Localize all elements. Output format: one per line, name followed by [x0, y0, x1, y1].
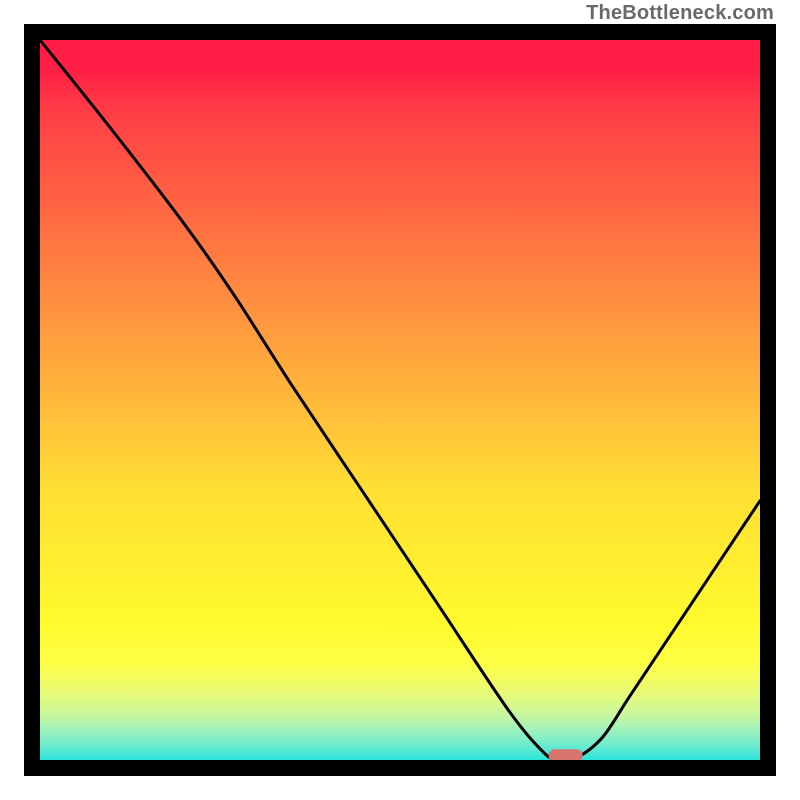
watermark-text: TheBottleneck.com [586, 2, 774, 25]
gradient-background [24, 24, 776, 776]
chart-container: TheBottleneck.com [0, 0, 800, 800]
